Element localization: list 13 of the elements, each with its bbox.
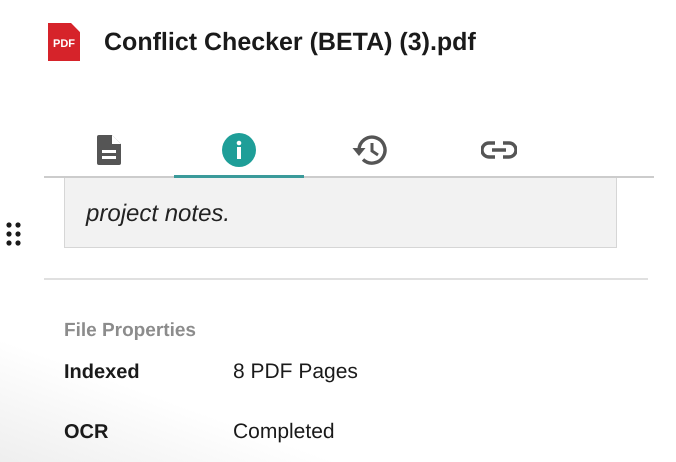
document-icon [97, 134, 121, 164]
pdf-label: PDF [53, 38, 75, 50]
section-heading: File Properties [64, 320, 197, 342]
notes-text: project notes. [86, 200, 230, 227]
property-value: Completed [233, 420, 335, 444]
drag-handle-icon[interactable] [6, 222, 22, 246]
history-icon [351, 132, 387, 166]
property-value: 8 PDF Pages [233, 360, 358, 384]
property-label: Indexed [64, 360, 141, 384]
property-label: OCR [64, 420, 110, 444]
info-icon [222, 132, 256, 166]
link-icon [481, 140, 517, 160]
file-title: Conflict Checker (BETA) (3).pdf [104, 28, 476, 56]
